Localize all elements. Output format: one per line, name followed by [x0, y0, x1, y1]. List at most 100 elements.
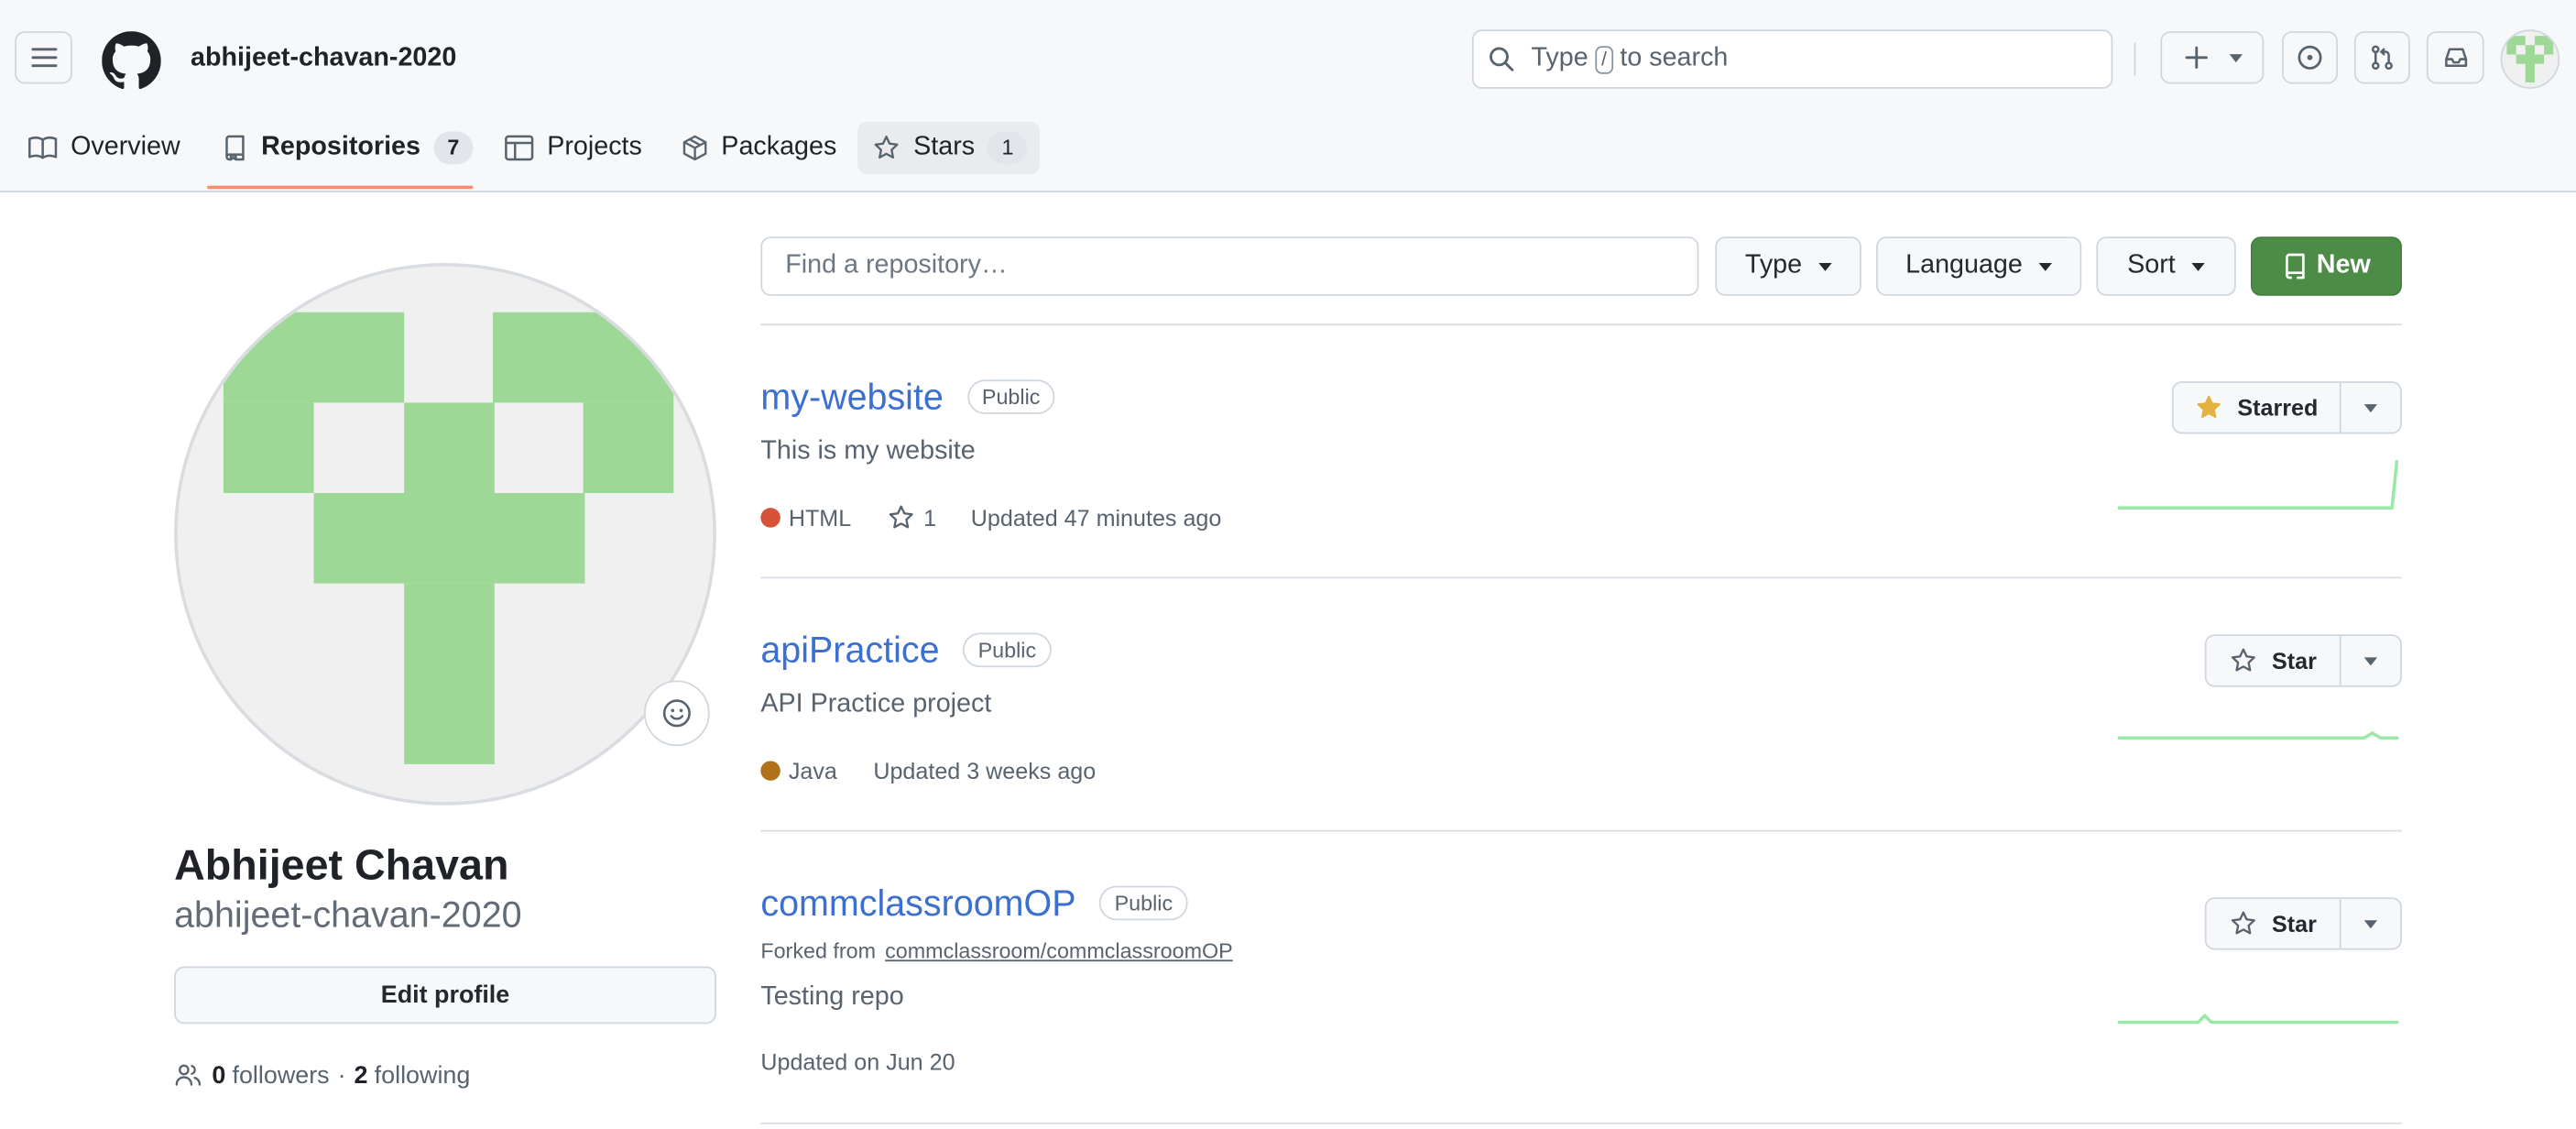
set-status-button[interactable] [644, 680, 710, 747]
tab-projects[interactable]: Projects [505, 120, 642, 176]
search-icon [1490, 47, 1514, 71]
hamburger-icon [30, 48, 57, 68]
tab-repositories[interactable]: Repositories 7 [222, 120, 474, 176]
list-divider [760, 576, 2402, 579]
tab-projects-label: Projects [547, 133, 642, 161]
followers-count: 0 [212, 1060, 226, 1090]
issues-button[interactable] [2282, 31, 2339, 84]
tab-stars[interactable]: Stars 1 [857, 121, 1041, 175]
tab-stars-count: 1 [988, 131, 1028, 165]
type-filter-label: Type [1744, 251, 1803, 280]
repo-language: Java [788, 757, 837, 784]
repo-stargazers-link[interactable]: 1 [888, 504, 937, 532]
repo-name-link[interactable]: commclassroomOP [760, 882, 1075, 924]
search-placeholder-suffix: to search [1620, 44, 1729, 72]
star-list-dropdown[interactable] [2341, 899, 2400, 948]
star-icon [2231, 911, 2255, 935]
identicon-avatar-icon [223, 312, 674, 764]
profile-avatar[interactable] [174, 262, 716, 806]
github-logo-link[interactable] [102, 31, 161, 91]
type-filter-button[interactable]: Type [1715, 236, 1861, 296]
forked-from-line: Forked from commclassroom/commclassroomO… [760, 938, 1232, 963]
header-username[interactable]: abhijeet-chavan-2020 [191, 44, 456, 73]
language-color-dot [760, 761, 780, 781]
star-button[interactable]: Star [2204, 897, 2402, 950]
star-button[interactable]: Star [2204, 634, 2402, 687]
repo-title-row: commclassroomOP Public [760, 882, 1188, 926]
forked-from-link[interactable]: commclassroom/commclassroomOP [885, 938, 1233, 963]
repo-meta: HTML 1 Updated 47 minutes ago [760, 503, 1221, 532]
pull-requests-button[interactable] [2353, 31, 2410, 84]
repo-title-row: apiPractice Public [760, 630, 1052, 673]
sort-filter-label: Sort [2127, 251, 2176, 280]
repo-description: Testing repo [760, 982, 904, 1011]
tab-repositories-count: 7 [433, 131, 474, 165]
smiley-icon [662, 699, 691, 728]
chevron-down-icon [2038, 262, 2053, 271]
star-list-dropdown[interactable] [2341, 636, 2400, 685]
language-filter-button[interactable]: Language [1876, 236, 2082, 296]
repo-meta: Java Updated 3 weeks ago [760, 756, 1096, 785]
inbox-button[interactable] [2426, 31, 2484, 84]
star-icon [2231, 648, 2255, 672]
repo-updated: Updated on Jun 20 [760, 1048, 955, 1075]
issue-opened-icon [2298, 45, 2322, 70]
list-divider [760, 323, 2402, 326]
star-label: Star [2271, 647, 2317, 674]
tab-packages-label: Packages [721, 133, 837, 161]
star-list-dropdown[interactable] [2341, 383, 2400, 433]
chevron-down-icon [2363, 656, 2377, 665]
inbox-icon [2444, 48, 2467, 67]
following-link[interactable]: 2 following [355, 1061, 471, 1089]
forked-from-prefix: Forked from [760, 938, 877, 963]
pull-request-icon [2371, 45, 2393, 71]
followers-link[interactable]: 0 followers [212, 1061, 329, 1089]
create-new-button[interactable] [2160, 31, 2265, 84]
star-icon [889, 505, 913, 529]
repo-icon [2286, 253, 2305, 280]
repo-meta: Updated on Jun 20 [760, 1047, 955, 1076]
add-star-button[interactable]: Star [2207, 898, 2341, 948]
star-icon [874, 136, 899, 159]
search-placeholder-prefix: Type [1531, 44, 1588, 72]
star-label: Star [2271, 910, 2317, 937]
tab-packages[interactable]: Packages [682, 120, 836, 176]
starred-button[interactable]: Starred [2171, 381, 2402, 434]
user-avatar-button[interactable] [2500, 29, 2560, 89]
search-shortcut-key: / [1594, 45, 1614, 73]
new-repository-button[interactable]: New [2250, 236, 2402, 296]
chevron-down-icon [2228, 53, 2243, 62]
tab-repositories-label: Repositories [261, 133, 420, 161]
chevron-down-icon [1818, 262, 1832, 271]
repo-updated: Updated 3 weeks ago [873, 757, 1097, 784]
edit-profile-button[interactable]: Edit profile [174, 966, 716, 1025]
visibility-badge: Public [1099, 885, 1188, 921]
selected-tab-underline [206, 185, 474, 190]
identicon-icon [2506, 36, 2554, 82]
header-divider [2134, 42, 2136, 76]
table-icon [505, 135, 534, 161]
tab-overview[interactable]: Overview [27, 120, 180, 176]
global-search-placeholder: Type / to search [1531, 44, 1728, 73]
repo-description: This is my website [760, 437, 976, 466]
global-search-input[interactable]: Type / to search [1471, 29, 2113, 89]
package-icon [682, 135, 707, 161]
menu-button[interactable] [15, 31, 72, 84]
language-filter-label: Language [1905, 251, 2023, 280]
global-header: abhijeet-chavan-2020 Type / to search Ov… [0, 0, 2576, 192]
starred-label: Starred [2237, 394, 2319, 422]
repo-name-link[interactable]: apiPractice [760, 630, 939, 671]
followers-label: followers [232, 1060, 330, 1090]
repo-name-link[interactable]: my-website [760, 377, 944, 418]
find-repository-input[interactable]: Find a repository… [760, 236, 1699, 296]
sort-filter-button[interactable]: Sort [2096, 236, 2236, 296]
language-color-dot [760, 508, 780, 528]
add-star-button[interactable]: Star [2207, 636, 2341, 685]
repo-star-count: 1 [923, 504, 937, 532]
new-repository-label: New [2316, 251, 2371, 280]
follow-stats: 0 followers · 2 following [174, 1058, 470, 1091]
tab-overview-label: Overview [71, 133, 180, 161]
unstar-button[interactable]: Starred [2174, 382, 2341, 433]
activity-sparkline [2117, 1014, 2399, 1025]
people-icon [175, 1064, 202, 1086]
